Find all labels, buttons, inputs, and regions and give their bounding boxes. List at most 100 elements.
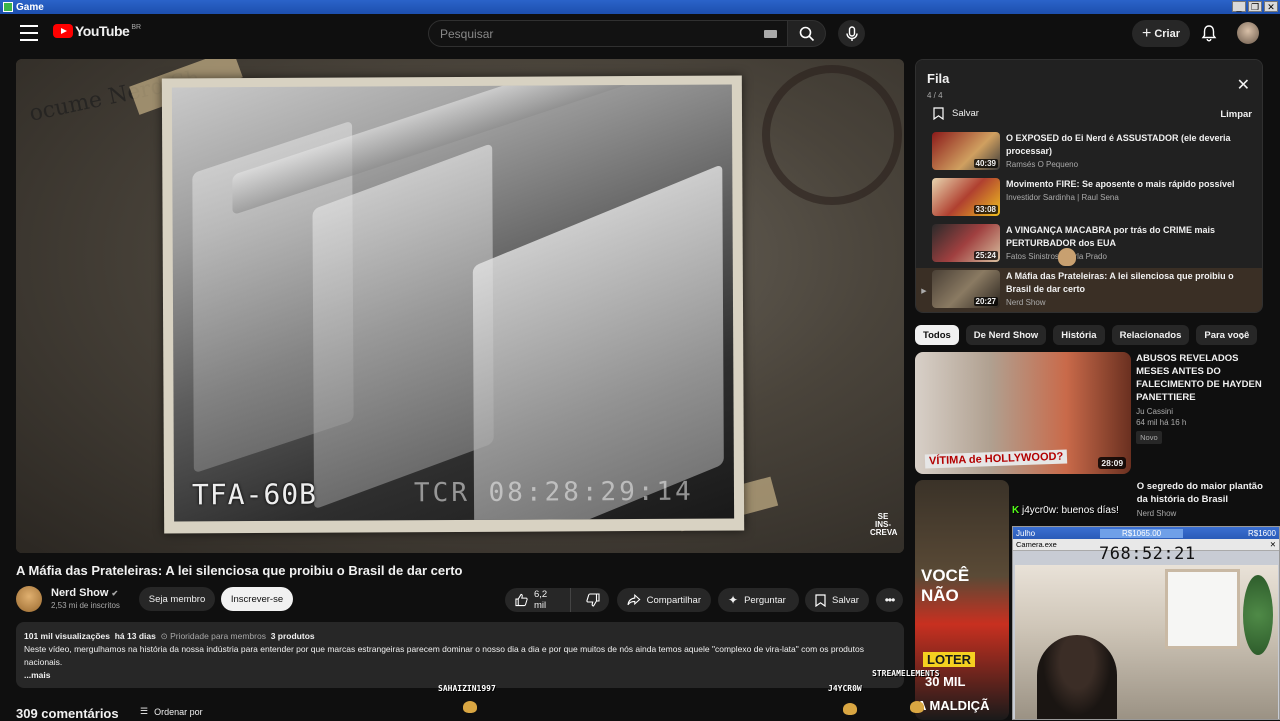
logo-text: YouTube <box>75 23 130 39</box>
stream-chat-message: K j4ycr0w: buenos días! <box>1012 505 1119 516</box>
queue-thumbnail: 25:24 <box>932 224 1000 262</box>
keyboard-icon[interactable] <box>764 30 777 38</box>
related-channel: Ju Cassini <box>1136 407 1174 416</box>
description-box[interactable]: 101 mil visualizações há 13 dias ⊙ Prior… <box>16 622 904 688</box>
related-channel: Nerd Show <box>1136 509 1177 518</box>
queue-thumbnail: 20:27 <box>932 270 1000 308</box>
upload-age: há 13 dias <box>114 631 156 641</box>
close-icon[interactable]: ✕ <box>1270 540 1276 549</box>
camera-app-name: Camera.exe <box>1016 540 1057 549</box>
like-dislike-group: 6,2 mil <box>505 588 609 612</box>
sparkle-icon: ✦ <box>728 593 739 607</box>
thumbs-down-icon <box>586 593 600 607</box>
thumbnail-caption: VÍTIMA de HOLLYWOOD? <box>924 449 1068 469</box>
queue-item-current[interactable]: ▶ 20:27 A Máfia das Prateleiras: A lei s… <box>916 268 1262 312</box>
money-raised: R$1065.00 <box>1099 528 1184 538</box>
twitch-icon: K <box>1012 505 1020 516</box>
related-meta: 64 mil há 16 h <box>1136 418 1187 427</box>
chip-history[interactable]: História <box>1053 325 1105 345</box>
webcam-person <box>1037 635 1117 719</box>
sort-comments-button[interactable]: ☰ Ordenar por <box>140 706 203 717</box>
products-link[interactable]: 3 produtos <box>271 631 315 641</box>
related-video[interactable]: VÍTIMA de HOLLYWOOD? 28:09 ABUSOS REVELA… <box>915 352 1263 474</box>
channel-name-row[interactable]: Nerd Show ✔ <box>51 587 118 599</box>
factory-image: TFA-60B TCR 08:28:29:14 <box>171 84 735 522</box>
save-label: Salvar <box>832 594 859 606</box>
queue-item[interactable]: 33:08 Movimento FIRE: Se aposente o mais… <box>916 176 1262 222</box>
queue-clear-button[interactable]: Limpar <box>1220 109 1252 120</box>
minimize-button[interactable]: _ <box>1232 1 1246 12</box>
video-title: A Máfia das Prateleiras: A lei silencios… <box>16 563 463 578</box>
save-button[interactable]: Salvar <box>805 588 869 612</box>
queue-panel: Fila 4 / 4 ✕ Salvar Limpar 40:39 O EXPOS… <box>915 59 1263 313</box>
close-queue-icon[interactable]: ✕ <box>1237 75 1250 95</box>
bird-sprite <box>843 703 857 715</box>
close-window-button[interactable]: ✕ <box>1264 1 1278 12</box>
comments-count: 309 comentários <box>16 706 119 721</box>
youtube-header: YouTube BR + Criar <box>0 14 1280 54</box>
stream-name-right: J4YCR0W <box>828 684 862 693</box>
stream-name-mid: STREAMELEMENTS <box>872 669 940 678</box>
queue-item-channel: Investidor Sardinha | Raul Sena <box>1006 193 1119 202</box>
create-button[interactable]: + Criar <box>1132 20 1190 47</box>
queue-item-marker <box>916 222 932 268</box>
chip-all[interactable]: Todos <box>915 325 959 345</box>
youtube-logo[interactable]: YouTube BR <box>53 23 141 39</box>
voice-search-button[interactable] <box>838 20 865 47</box>
show-more-link[interactable]: ...mais <box>24 669 896 682</box>
ask-button[interactable]: ✦ Perguntar <box>718 588 799 612</box>
webcam-window <box>1165 569 1240 649</box>
share-label: Compartilhar <box>646 594 701 606</box>
like-button[interactable]: 6,2 mil <box>505 588 571 612</box>
maximize-button[interactable]: ❐ <box>1248 1 1262 12</box>
subscribe-watermark: SE INS- CREVA <box>870 512 898 537</box>
hamburger-menu-icon[interactable] <box>20 25 38 41</box>
related-duration: 28:09 <box>1098 457 1127 469</box>
plus-icon: + <box>1141 24 1152 42</box>
search-box <box>428 20 788 47</box>
chevron-right-icon[interactable]: › <box>1240 327 1245 343</box>
notifications-bell-icon[interactable] <box>1200 24 1218 42</box>
chip-related[interactable]: Relacionados <box>1111 325 1190 345</box>
like-count: 6,2 mil <box>534 589 548 611</box>
verified-icon: ✔ <box>111 589 119 598</box>
dislike-button[interactable] <box>577 588 609 612</box>
queue-thumbnail: 40:39 <box>932 132 1000 170</box>
description-text: Neste vídeo, mergulhamos na história da … <box>24 644 864 667</box>
bird-sprite <box>1058 248 1076 266</box>
queue-duration: 25:24 <box>973 251 998 260</box>
sort-label: Ordenar por <box>154 706 203 717</box>
youtube-play-icon <box>53 24 73 38</box>
country-code: BR <box>131 23 142 31</box>
video-player[interactable]: ocume Nerd Sh TFA-60B TCR 08:28:29:14 SE… <box>16 59 904 553</box>
stamp-graphic <box>762 65 902 205</box>
channel-name[interactable]: Nerd Show <box>51 587 108 599</box>
description-stats: 101 mil visualizações há 13 dias ⊙ Prior… <box>24 630 896 643</box>
chip-for-you[interactable]: Para você <box>1196 325 1258 345</box>
queue-item[interactable]: 40:39 O EXPOSED do Ei Nerd é ASSUSTADOR … <box>916 130 1262 176</box>
queue-duration: 33:08 <box>973 205 998 214</box>
promo-text: A MALDIÇÃ <box>917 698 990 713</box>
webcam-plant <box>1243 575 1273 655</box>
chip-channel[interactable]: De Nerd Show <box>965 325 1047 345</box>
share-button[interactable]: Compartilhar <box>617 588 711 612</box>
queue-thumbnail: 33:08 <box>932 178 1000 216</box>
search-input[interactable] <box>440 26 760 41</box>
countdown-timer: 768:52:21 <box>1099 544 1196 564</box>
related-title: ABUSOS REVELADOS MESES ANTES DO FALECIME… <box>1136 353 1262 403</box>
subscriber-count: 2,53 mi de inscritos <box>51 601 120 610</box>
join-member-button[interactable]: Seja membro <box>139 587 215 611</box>
queue-item-marker <box>916 130 932 176</box>
queue-save-button[interactable]: Salvar <box>933 107 979 120</box>
queue-item[interactable]: 25:24 A VINGANÇA MACABRA por trás do CRI… <box>916 222 1262 268</box>
channel-avatar[interactable] <box>16 586 42 612</box>
search-button[interactable] <box>788 20 826 47</box>
new-badge: Novo <box>1136 431 1162 444</box>
queue-item-channel: Fatos Sinistros - Mirla Prado <box>1006 252 1107 261</box>
more-actions-button[interactable]: ••• <box>876 588 903 612</box>
chat-text: buenos días! <box>1061 505 1119 516</box>
view-count: 101 mil visualizações <box>24 631 110 641</box>
thumbs-up-icon <box>515 593 528 607</box>
user-avatar[interactable] <box>1237 22 1259 44</box>
subscribe-button[interactable]: Inscrever-se <box>221 587 293 611</box>
